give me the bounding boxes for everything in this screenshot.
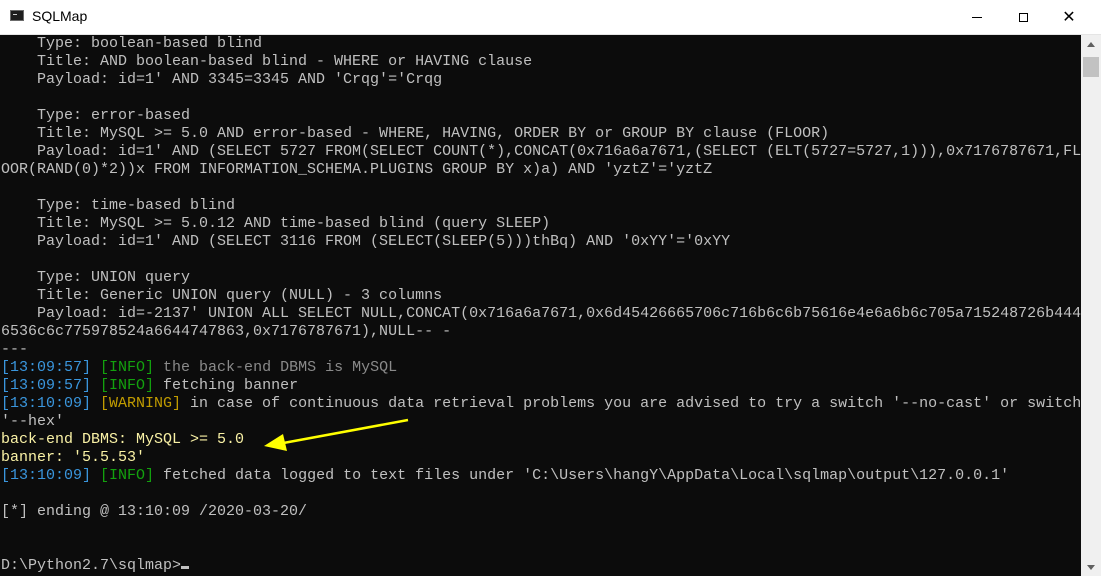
log-timestamp: [13:10:09] bbox=[1, 467, 92, 484]
console-line: Type: UNION query bbox=[1, 269, 191, 286]
console-line: Payload: id=1' AND (SELECT 3116 FROM (SE… bbox=[1, 233, 731, 250]
log-message: the back-end DBMS is MySQL bbox=[154, 359, 398, 376]
log-line: [13:09:57] [INFO] the back-end DBMS is M… bbox=[1, 359, 1081, 377]
console-line: Type: error-based bbox=[1, 107, 191, 124]
log-line: [13:10:09] [INFO] fetched data logged to… bbox=[1, 467, 1081, 485]
console-output[interactable]: Type: boolean-based blind Title: AND boo… bbox=[0, 35, 1081, 576]
maximize-button[interactable] bbox=[1000, 0, 1046, 34]
log-line-continued: '--hex' bbox=[1, 413, 65, 430]
log-line: [13:09:57] [INFO] fetching banner bbox=[1, 377, 1081, 395]
log-message: fetched data logged to text files under … bbox=[154, 467, 1010, 484]
console-line: Title: MySQL >= 5.0.12 AND time-based bl… bbox=[1, 215, 551, 232]
console-line: Payload: id=-2137' UNION ALL SELECT NULL… bbox=[1, 305, 1081, 322]
log-level: [INFO] bbox=[100, 377, 155, 394]
banner-result-line: banner: '5.5.53' bbox=[1, 449, 146, 466]
minimize-button[interactable] bbox=[954, 0, 1000, 34]
log-timestamp: [13:10:09] bbox=[1, 395, 92, 412]
scrollbar-thumb[interactable] bbox=[1083, 57, 1099, 77]
console-line: Payload: id=1' AND 3345=3345 AND 'Crqg'=… bbox=[1, 71, 443, 88]
console-line: 6536c6c775978524a6644747863,0x7176787671… bbox=[1, 323, 452, 340]
log-timestamp: [13:09:57] bbox=[1, 359, 92, 376]
close-button[interactable]: ✕ bbox=[1046, 0, 1092, 34]
text-cursor bbox=[181, 566, 190, 569]
console-line: OOR(RAND(0)*2))x FROM INFORMATION_SCHEMA… bbox=[1, 161, 713, 178]
log-level: [WARNING] bbox=[100, 395, 182, 412]
maximize-icon bbox=[1018, 12, 1028, 22]
console-line: Title: AND boolean-based blind - WHERE o… bbox=[1, 53, 533, 70]
vertical-scrollbar[interactable] bbox=[1081, 35, 1101, 576]
console-text: Type: boolean-based blind Title: AND boo… bbox=[1, 35, 1081, 575]
log-message: in case of continuous data retrieval pro… bbox=[181, 395, 1081, 412]
console-line: Title: Generic UNION query (NULL) - 3 co… bbox=[1, 287, 443, 304]
command-prompt: D:\Python2.7\sqlmap> bbox=[1, 557, 182, 574]
log-level: [INFO] bbox=[100, 359, 155, 376]
log-timestamp: [13:09:57] bbox=[1, 377, 92, 394]
log-message: fetching banner bbox=[154, 377, 299, 394]
minimize-icon bbox=[972, 16, 982, 18]
console-line: Payload: id=1' AND (SELECT 5727 FROM(SEL… bbox=[1, 143, 1081, 160]
ending-line: [*] ending @ 13:10:09 /2020-03-20/ bbox=[1, 503, 308, 520]
log-line: [13:10:09] [WARNING] in case of continuo… bbox=[1, 395, 1081, 413]
window-title: SQLMap bbox=[32, 8, 88, 24]
scroll-up-arrow-icon[interactable] bbox=[1081, 35, 1101, 53]
close-icon: ✕ bbox=[1062, 7, 1076, 26]
console-icon[interactable] bbox=[10, 10, 24, 21]
prompt-line[interactable]: D:\Python2.7\sqlmap> bbox=[1, 557, 1081, 575]
console-window: SQLMap ✕ Type: boolean-based blind Title… bbox=[0, 0, 1101, 576]
scroll-down-arrow-icon[interactable] bbox=[1081, 558, 1101, 576]
dbms-result-line: back-end DBMS: MySQL >= 5.0 bbox=[1, 431, 245, 448]
log-level: [INFO] bbox=[100, 467, 155, 484]
console-line: Type: time-based blind bbox=[1, 197, 236, 214]
title-bar[interactable]: SQLMap ✕ bbox=[0, 0, 1101, 35]
console-line: Type: boolean-based blind bbox=[1, 35, 263, 52]
console-line: Title: MySQL >= 5.0 AND error-based - WH… bbox=[1, 125, 830, 142]
separator-line: --- bbox=[1, 341, 29, 358]
